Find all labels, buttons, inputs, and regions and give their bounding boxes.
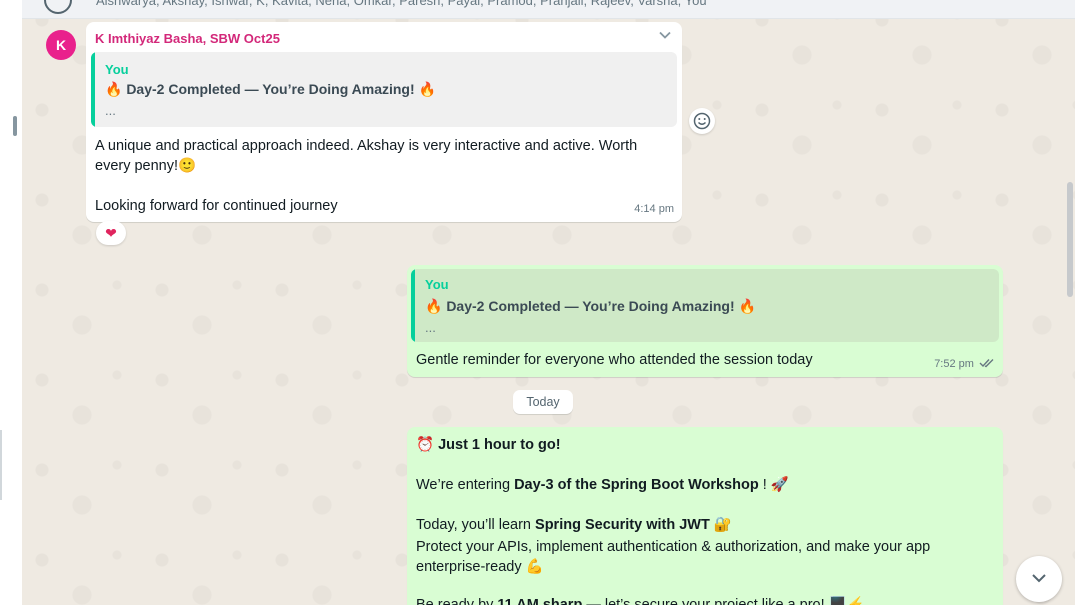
quote-title: 🔥 Day-2 Completed — You’re Doing Amazing… [105,81,436,97]
heart-reaction[interactable]: ❤ [96,221,126,245]
quote-title: 🔥 Day-2 Completed — You’re Doing Amazing… [425,298,756,314]
text-fragment: We’re entering [416,477,515,493]
chat-list-edge [0,0,23,605]
quoted-message[interactable]: You 🔥 Day-2 Completed — You’re Doing Ama… [91,52,677,127]
chevron-down-icon [1032,574,1046,583]
scrollbar[interactable] [1067,182,1073,297]
date-divider: Today [513,390,573,414]
chevron-down-icon[interactable] [658,28,672,42]
double-check-icon [979,359,994,368]
text-fragment: ! 🚀 [758,477,789,493]
message-line: Today, you’ll learn Spring Security with… [416,515,732,535]
text-fragment: — let’s secure your project like a pro! … [582,597,865,605]
message-text: Looking forward for continued journey [95,198,338,214]
alarm-clock-icon: ⏰ [416,437,435,453]
scroll-to-bottom-button[interactable] [1016,556,1062,602]
message-heading: Just 1 hour to go! [438,437,561,453]
avatar[interactable]: K [46,30,76,60]
message-bubble-outgoing[interactable]: ⏰ Just 1 hour to go! We’re entering Day-… [407,427,1003,605]
message-sender[interactable]: K Imthiyaz Basha, SBW Oct25 [95,29,280,49]
quote-ellipsis: ... [105,103,116,118]
text-fragment: 🔐 [709,517,732,533]
message-time: 7:52 pm [934,354,995,374]
text-fragment: Be ready by [416,597,498,605]
message-time-text: 7:52 pm [934,358,974,370]
text-fragment: Today, you’ll learn [416,517,536,533]
message-line: Be ready by 11 AM sharp — let’s secure y… [416,595,865,605]
message-line: We’re entering Day-3 of the Spring Boot … [416,475,789,495]
message-text: Gentle reminder for everyone who attende… [416,352,813,368]
message-text: A unique and practical approach indeed. … [95,138,642,174]
bold-fragment: Day-3 of the Spring Boot Workshop [514,477,759,493]
group-members: Aishwarya, Akshay, Ishwar, K, Kavita, Ne… [96,0,707,8]
message-time: 4:14 pm [634,203,674,215]
divider [0,430,2,500]
quoted-message[interactable]: You 🔥 Day-2 Completed — You’re Doing Ama… [411,269,999,342]
chat-panel: Aishwarya, Akshay, Ishwar, K, Kavita, Ne… [22,0,1075,605]
resize-handle[interactable] [13,116,17,136]
quote-ellipsis: ... [425,320,436,335]
message-bubble-incoming[interactable]: K Imthiyaz Basha, SBW Oct25 You 🔥 Day-2 … [86,22,682,222]
chat-header[interactable]: Aishwarya, Akshay, Ishwar, K, Kavita, Ne… [22,0,1075,19]
message-line: Protect your APIs, implement authenticat… [416,539,931,555]
quote-accent-bar [411,269,415,342]
quote-accent-bar [91,52,95,127]
message-line: enterprise-ready 💪 [416,559,544,575]
group-avatar-icon[interactable] [44,0,72,14]
smiley-icon[interactable] [689,108,715,134]
message-bubble-outgoing[interactable]: You 🔥 Day-2 Completed — You’re Doing Ama… [407,265,1003,377]
bold-fragment: 11 AM sharp [497,597,583,605]
bold-fragment: Spring Security with JWT [535,517,710,533]
quote-sender: You [425,277,449,292]
message-line: ⏰ Just 1 hour to go! [416,435,561,455]
quote-sender: You [105,62,129,77]
